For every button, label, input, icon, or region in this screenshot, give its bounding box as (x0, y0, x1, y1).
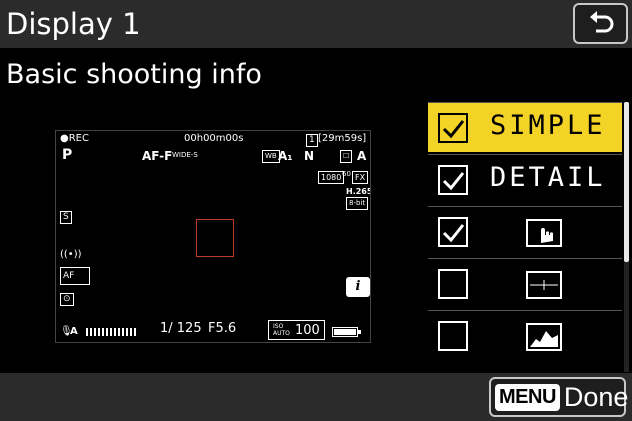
subject-detection-icon: AF (60, 267, 90, 285)
return-arrow-icon (590, 11, 614, 33)
card-slot-icon: 1 (306, 134, 318, 147)
checkbox[interactable] (438, 113, 468, 143)
remaining-time: [29m59s] (318, 133, 367, 144)
checkbox[interactable] (438, 269, 468, 299)
shutter-speed: 1/ 125 (160, 321, 202, 336)
touch-hand-icon (526, 219, 562, 247)
timecode: 00h00m00s (184, 133, 244, 144)
battery-icon (332, 327, 361, 337)
iso-value: 100 (295, 322, 320, 338)
title-bar: Display 1 (0, 0, 632, 48)
histogram-icon (526, 323, 562, 351)
aperture: F5.6 (208, 321, 237, 336)
virtual-horizon-icon (526, 271, 562, 299)
list-item-touch[interactable] (428, 206, 622, 256)
focus-point (196, 219, 234, 257)
vibration-reduction-icon: ((•)) (60, 249, 82, 260)
page-title: Display 1 (6, 7, 141, 41)
done-button[interactable]: MENU Done (489, 377, 629, 417)
list-item-label: DETAIL (490, 162, 606, 193)
battery-fill (334, 329, 356, 335)
checkmark-icon (442, 172, 465, 191)
audio-level-meter (86, 328, 136, 336)
focus-mode: AF-F (142, 149, 173, 163)
list-item-horizon[interactable] (428, 258, 622, 308)
list-item-simple[interactable]: SIMPLE (428, 102, 622, 152)
shooting-info-preview: ●REC 00h00m00s 1 [29m59s] P AF-F WIDE-S … (55, 130, 371, 343)
list-item-detail[interactable]: DETAIL (428, 154, 622, 204)
footer-bar: MENU Done (0, 373, 632, 421)
bit-depth: 8-bit (346, 197, 369, 210)
scrollbar[interactable] (624, 102, 629, 372)
list-item-histogram[interactable] (428, 310, 622, 360)
section-title: Basic shooting info (6, 59, 262, 90)
rec-indicator: ●REC (60, 133, 89, 144)
checkbox[interactable] (438, 217, 468, 247)
checkmark-icon (442, 224, 465, 243)
frame-size: 1080 (318, 171, 345, 184)
af-area-mode: WIDE-S (172, 151, 198, 159)
mic-sensitivity: A (70, 326, 78, 337)
codec: H.265 (346, 187, 371, 196)
metering-icon: ⊙ (60, 293, 74, 306)
frame-rate: 60 (342, 170, 351, 178)
menu-key-icon: MENU (495, 383, 560, 411)
back-button[interactable] (573, 3, 628, 44)
exposure-mode: P (62, 147, 73, 163)
image-area: FX (352, 171, 369, 184)
release-mode-icon: S (60, 211, 72, 224)
scrollbar-thumb[interactable] (624, 102, 629, 262)
done-label: Done (563, 381, 629, 412)
checkbox[interactable] (438, 321, 468, 351)
active-d-lighting-icon: ☐ (340, 150, 353, 163)
iso-display: ISO AUTO 100 (268, 320, 325, 340)
white-balance: A₁ (278, 149, 293, 163)
display-options-list: SIMPLE DETAIL (428, 102, 622, 372)
checkbox[interactable] (438, 165, 468, 195)
list-item-label: SIMPLE (490, 110, 606, 141)
picture-control: N (304, 149, 315, 163)
iso-label: ISO AUTO (273, 323, 290, 337)
checkmark-icon (442, 120, 465, 139)
active-d-lighting: A (357, 149, 367, 163)
info-button: i (346, 277, 370, 297)
af-subject-label: AF (63, 271, 75, 281)
